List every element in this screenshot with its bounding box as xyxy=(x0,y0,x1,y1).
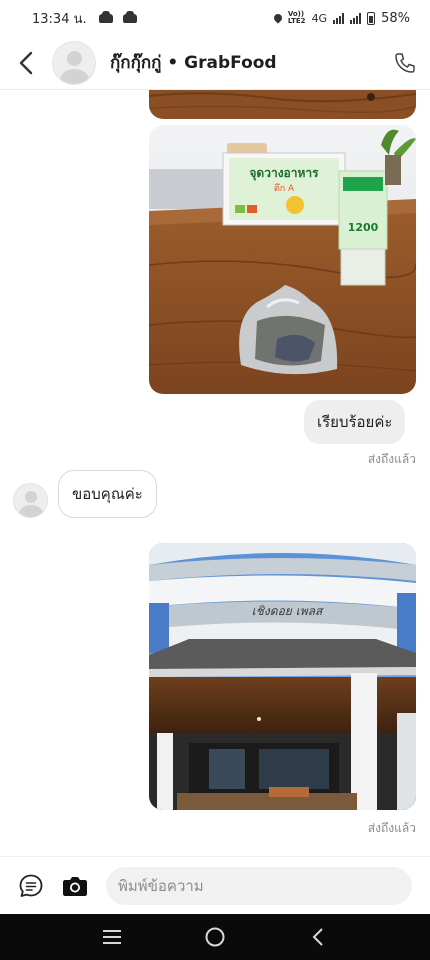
home-icon xyxy=(205,927,225,947)
photo-building-entrance: เชิงดอย เพลส xyxy=(149,543,416,810)
call-button[interactable] xyxy=(380,36,430,90)
recents-button[interactable] xyxy=(92,917,132,957)
system-back-button[interactable] xyxy=(298,917,338,957)
message-image[interactable]: จุดวางอาหาร ตึก A 1200 xyxy=(149,125,416,394)
status-right: Vo)) LTE2 4G 58% xyxy=(272,10,410,26)
back-button[interactable] xyxy=(0,36,52,90)
chat-bubble-icon xyxy=(19,874,43,897)
photo-partial-table xyxy=(149,90,416,119)
outgoing-message[interactable]: เรียบร้อยค่ะ xyxy=(304,400,406,444)
system-nav-bar xyxy=(0,914,430,960)
chevron-left-icon xyxy=(19,51,33,74)
status-time: 13:34 น. xyxy=(32,11,87,27)
message-image[interactable] xyxy=(149,90,416,119)
chat-title: กุ๊กกุ๊กกู่ • GrabFood xyxy=(110,53,277,73)
status-left: 13:34 น. xyxy=(32,8,137,29)
composer xyxy=(0,856,430,914)
photo-sign-text: จุดวางอาหาร xyxy=(249,166,319,181)
volte-icon: Vo)) LTE2 xyxy=(288,11,306,25)
battery-icon xyxy=(367,11,376,25)
incoming-message[interactable]: ขอบคุณค่ะ xyxy=(58,470,157,518)
contact-avatar[interactable] xyxy=(52,40,96,85)
message-input[interactable] xyxy=(106,867,412,905)
photo-food-bag-on-table: จุดวางอาหาร ตึก A 1200 xyxy=(149,125,416,394)
photo-promo-text: 1200 xyxy=(348,221,379,234)
sender-avatar[interactable] xyxy=(13,483,48,518)
message-list[interactable]: จุดวางอาหาร ตึก A 1200 เรียบร้อยค่ะ ส่งถ… xyxy=(0,90,430,856)
delivery-status: ส่งถึงแล้ว xyxy=(367,452,416,466)
photo-sign-sub: ตึก A xyxy=(274,183,295,194)
message-image[interactable]: เชิงดอย เพลส xyxy=(149,543,416,810)
recents-icon xyxy=(102,930,121,944)
car-icon xyxy=(98,10,113,23)
message-text: ขอบคุณค่ะ xyxy=(72,485,143,503)
network-type: 4G xyxy=(311,11,328,25)
status-bar: 13:34 น. Vo)) LTE2 4G 58% xyxy=(0,0,430,36)
location-icon xyxy=(272,12,284,24)
camera-icon xyxy=(63,876,87,896)
camera-button[interactable] xyxy=(53,864,97,908)
chat-screen: 13:34 น. Vo)) LTE2 4G 58% กุ๊กกุ๊กกู่ • … xyxy=(0,0,430,960)
chat-menu-button[interactable] xyxy=(9,864,53,908)
chat-header: กุ๊กกุ๊กกู่ • GrabFood xyxy=(0,36,430,90)
phone-icon xyxy=(395,52,415,73)
volte-bottom-label: LTE2 xyxy=(287,17,306,25)
signal-icon xyxy=(350,12,362,24)
battery-percent: 58% xyxy=(381,10,410,26)
car-icon xyxy=(122,10,137,23)
photo-sign-text: เชิงดอย เพลส xyxy=(252,604,324,618)
signal-icon xyxy=(333,12,345,24)
message-text: เรียบร้อยค่ะ xyxy=(317,413,393,431)
delivery-status: ส่งถึงแล้ว xyxy=(367,821,416,835)
back-icon xyxy=(312,928,324,946)
home-button[interactable] xyxy=(195,917,235,957)
